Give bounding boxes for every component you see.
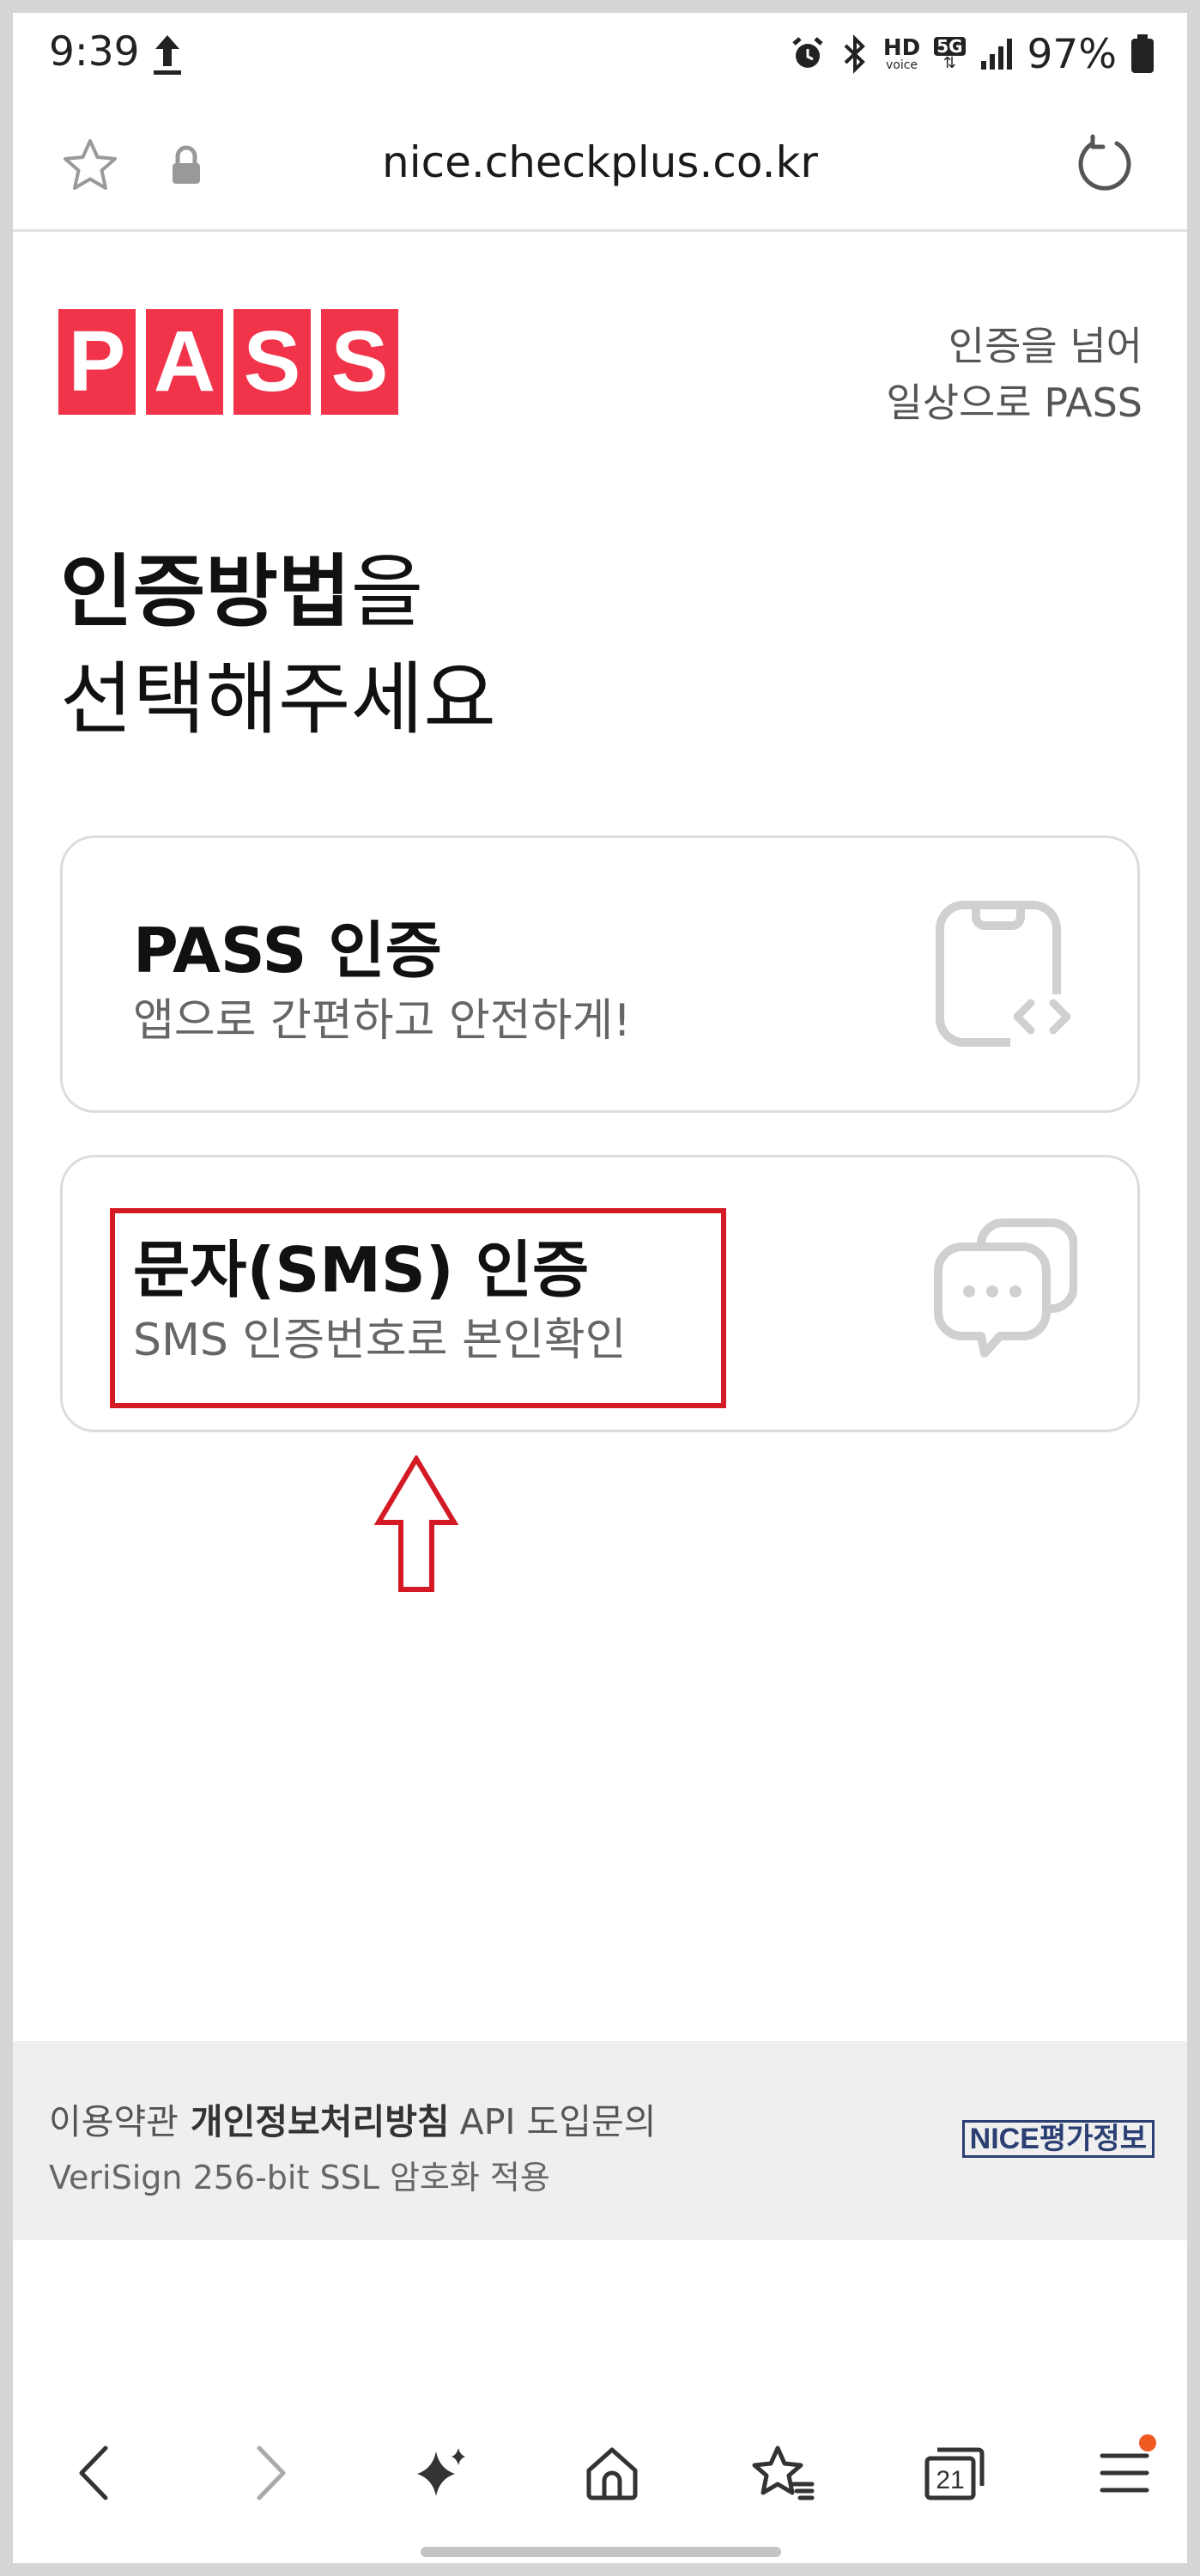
tabs-button[interactable]: 21 <box>907 2417 1002 2529</box>
title-line2: 선택해주세요 <box>60 653 496 745</box>
refresh-icon[interactable] <box>1074 133 1136 195</box>
title-bold: 인증방법 <box>60 546 351 638</box>
pass-logo-letter: S <box>321 309 398 415</box>
option-subtitle: 앱으로 간편하고 안전하게! <box>133 995 632 1047</box>
url-text[interactable]: nice.checkplus.co.kr <box>13 137 1187 187</box>
tagline: 인증을 넘어 일상으로 PASS <box>886 318 1142 431</box>
hd-voice-icon: HD voice <box>883 37 920 71</box>
network-label: 5G <box>934 37 966 56</box>
tagline-line2: 일상으로 PASS <box>886 380 1142 426</box>
battery-percent: 97% <box>1027 30 1117 78</box>
chat-bubbles-icon <box>934 1218 1077 1358</box>
title-suffix: 을 <box>350 546 424 638</box>
browser-bottom-nav: 21 <box>13 2417 1187 2529</box>
hd-sub-label: voice <box>885 58 918 72</box>
annotation-highlight-box <box>110 1208 726 1408</box>
pass-logo-letter: S <box>233 309 311 415</box>
home-button[interactable] <box>565 2417 659 2529</box>
footer-links: 이용약관 개인정보처리방침 API 도입문의 <box>49 2093 656 2144</box>
hamburger-menu-icon <box>1100 2453 1149 2493</box>
api-inquiry-link[interactable]: API 도입문의 <box>460 2101 657 2142</box>
gesture-home-indicator[interactable] <box>421 2547 781 2557</box>
bookmarks-star-icon <box>752 2445 815 2500</box>
bookmarks-button[interactable] <box>736 2417 830 2529</box>
nice-brand-logo: NICE평가정보 <box>961 2120 1155 2158</box>
page-title: 인증방법을 선택해주세요 <box>60 538 496 753</box>
forward-button[interactable] <box>223 2417 318 2529</box>
browser-url-bar: nice.checkplus.co.kr <box>13 94 1187 232</box>
sparkle-icon <box>417 2448 465 2496</box>
data-arrows-icon: ⇅ <box>942 54 956 72</box>
status-time: 9:39 <box>49 28 140 76</box>
notification-dot <box>1139 2434 1156 2451</box>
phone-screen: 9:39 HD voice 5G ⇅ 97% nice.checkplus.co… <box>13 13 1187 2563</box>
annotation-arrow-up-icon <box>373 1455 459 1592</box>
forward-arrow-icon <box>257 2445 286 2500</box>
tabs-icon: 21 <box>924 2447 985 2500</box>
pass-logo-letter: A <box>146 309 223 415</box>
ai-assistant-button[interactable] <box>393 2417 488 2529</box>
pass-auth-option[interactable]: PASS 인증 앱으로 간편하고 안전하게! <box>60 835 1140 1113</box>
status-bar: 9:39 HD voice 5G ⇅ 97% <box>13 13 1187 94</box>
status-icons: HD voice 5G ⇅ 97% <box>789 28 1155 80</box>
hd-label: HD <box>882 35 921 61</box>
back-arrow-icon <box>79 2445 108 2500</box>
upload-icon <box>154 35 181 75</box>
battery-icon <box>1131 34 1154 73</box>
terms-link[interactable]: 이용약관 <box>49 2101 179 2142</box>
phone-app-icon <box>936 901 1074 1048</box>
alarm-icon <box>792 37 823 68</box>
tabs-count: 21 <box>936 2466 964 2494</box>
menu-button[interactable] <box>1077 2417 1172 2529</box>
home-icon <box>586 2447 638 2500</box>
tagline-line1: 인증을 넘어 <box>948 323 1142 369</box>
option-title: PASS 인증 <box>133 914 442 987</box>
signal-icon <box>980 39 1012 70</box>
privacy-policy-link[interactable]: 개인정보처리방침 <box>191 2101 450 2142</box>
back-button[interactable] <box>47 2417 142 2529</box>
network-5g-icon: 5G ⇅ <box>934 37 966 72</box>
bluetooth-icon <box>844 34 865 74</box>
pass-logo-letter: P <box>58 309 136 415</box>
ssl-notice: VeriSign 256-bit SSL 암호화 적용 <box>49 2159 550 2196</box>
page-footer: 이용약관 개인정보처리방침 API 도입문의 VeriSign 256-bit SS… <box>13 2041 1187 2240</box>
pass-logo: P A S S <box>58 309 398 415</box>
